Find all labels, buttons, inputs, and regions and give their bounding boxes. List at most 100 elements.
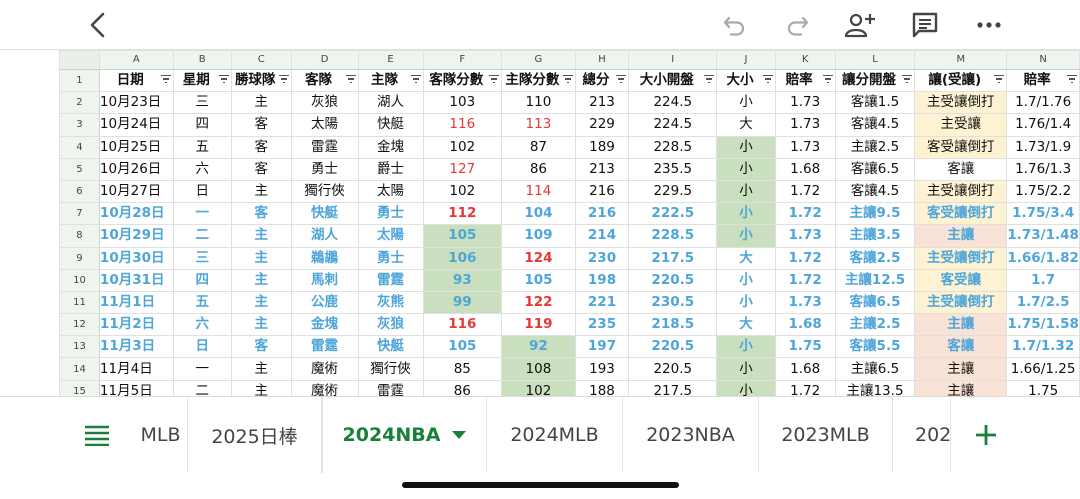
- table-cell[interactable]: 小: [716, 224, 776, 248]
- table-cell[interactable]: 228.5: [628, 135, 718, 159]
- sheet-tab-2023nba[interactable]: 2023NBA: [623, 397, 759, 473]
- table-cell[interactable]: 220.5: [628, 268, 718, 292]
- table-cell[interactable]: 188: [574, 379, 630, 396]
- filter-icon[interactable]: [278, 75, 289, 85]
- table-cell[interactable]: 快艇: [357, 113, 424, 137]
- table-cell[interactable]: 86: [422, 379, 503, 396]
- table-cell[interactable]: 1.73: [774, 91, 836, 115]
- table-cell[interactable]: 113: [501, 113, 576, 137]
- filter-icon[interactable]: [902, 75, 913, 85]
- table-cell[interactable]: 湖人: [357, 91, 424, 115]
- column-letter-f[interactable]: F: [422, 50, 503, 70]
- table-cell[interactable]: 10月23日: [98, 91, 174, 115]
- table-cell[interactable]: 湖人: [290, 224, 359, 248]
- table-cell[interactable]: 217.5: [628, 246, 718, 270]
- table-cell[interactable]: 小: [716, 202, 776, 226]
- table-cell[interactable]: 客: [230, 335, 292, 359]
- row-number[interactable]: 5: [59, 157, 100, 181]
- table-cell[interactable]: 主讓: [914, 379, 1008, 396]
- table-cell[interactable]: 小: [716, 379, 776, 396]
- header-cell[interactable]: 勝球隊: [230, 68, 292, 93]
- table-cell[interactable]: 1.72: [774, 268, 836, 292]
- column-letter-k[interactable]: K: [774, 50, 836, 70]
- table-cell[interactable]: 106: [422, 246, 503, 270]
- table-cell[interactable]: 10月26日: [98, 157, 174, 181]
- filter-icon[interactable]: [822, 75, 833, 85]
- table-cell[interactable]: 11月1日: [98, 290, 174, 315]
- table-cell[interactable]: 1.72: [774, 379, 836, 396]
- table-cell[interactable]: 103: [422, 91, 503, 115]
- table-cell[interactable]: 11月2日: [98, 313, 174, 337]
- table-cell[interactable]: 客: [230, 135, 292, 159]
- filter-icon[interactable]: [616, 75, 627, 85]
- table-cell[interactable]: 228.5: [628, 224, 718, 248]
- table-cell[interactable]: 日: [172, 335, 232, 359]
- table-cell[interactable]: 主受讓倒打: [914, 179, 1008, 204]
- filter-icon[interactable]: [489, 75, 500, 85]
- table-cell[interactable]: 四: [172, 268, 232, 292]
- row-number[interactable]: 7: [59, 202, 100, 226]
- table-cell[interactable]: 爵士: [357, 157, 424, 181]
- table-cell[interactable]: 主讓: [914, 313, 1008, 337]
- table-cell[interactable]: 86: [501, 157, 576, 181]
- table-cell[interactable]: 五: [172, 135, 232, 159]
- filter-icon[interactable]: [410, 75, 421, 85]
- header-cell[interactable]: 主隊: [357, 68, 424, 93]
- filter-icon[interactable]: [994, 75, 1005, 85]
- table-cell[interactable]: 1.7/1.32: [1006, 335, 1080, 359]
- table-cell[interactable]: 127: [422, 157, 503, 181]
- table-cell[interactable]: 1.75: [1006, 379, 1080, 396]
- table-cell[interactable]: 客: [230, 202, 292, 226]
- row-number[interactable]: 8: [59, 224, 100, 248]
- table-cell[interactable]: 193: [574, 357, 630, 381]
- table-cell[interactable]: 勇士: [357, 202, 424, 226]
- table-cell[interactable]: 1.66/1.82: [1006, 246, 1080, 270]
- caret-down-icon[interactable]: [452, 431, 467, 439]
- sheet-tab-partial[interactable]: 202: [893, 397, 950, 473]
- table-cell[interactable]: 小: [716, 357, 776, 381]
- table-cell[interactable]: 主讓: [914, 224, 1008, 248]
- table-cell[interactable]: 太陽: [357, 224, 424, 248]
- table-cell[interactable]: 235.5: [628, 157, 718, 181]
- table-cell[interactable]: 六: [172, 157, 232, 181]
- table-cell[interactable]: 1.75/2.2: [1006, 179, 1080, 204]
- more-options-button[interactable]: [972, 8, 1006, 42]
- table-cell[interactable]: 235: [574, 313, 630, 337]
- header-cell[interactable]: 客隊: [290, 68, 359, 93]
- table-cell[interactable]: 主讓13.5: [834, 379, 916, 396]
- table-cell[interactable]: 主讓9.5: [834, 202, 916, 226]
- sheet-tab-2024mlb[interactable]: 2024MLB: [487, 397, 623, 473]
- table-cell[interactable]: 灰熊: [357, 290, 424, 315]
- table-cell[interactable]: 1.73: [774, 290, 836, 315]
- row-number[interactable]: 3: [59, 113, 100, 137]
- table-cell[interactable]: 11月3日: [98, 335, 174, 359]
- table-cell[interactable]: 客讓1.5: [834, 91, 916, 115]
- table-cell[interactable]: 主: [230, 246, 292, 270]
- table-cell[interactable]: 116: [422, 113, 503, 137]
- table-cell[interactable]: 魔術: [290, 379, 359, 396]
- table-cell[interactable]: 獨行俠: [357, 357, 424, 381]
- table-cell[interactable]: 一: [172, 202, 232, 226]
- table-cell[interactable]: 客讓: [914, 157, 1008, 181]
- table-cell[interactable]: 217.5: [628, 379, 718, 396]
- table-cell[interactable]: 222.5: [628, 202, 718, 226]
- table-cell[interactable]: 勇士: [290, 157, 359, 181]
- row-number[interactable]: 1: [59, 68, 100, 93]
- table-cell[interactable]: 1.73: [774, 224, 836, 248]
- column-letter-i[interactable]: I: [628, 50, 718, 70]
- table-cell[interactable]: 大: [716, 246, 776, 270]
- back-button[interactable]: [81, 8, 115, 42]
- table-cell[interactable]: 216: [574, 179, 630, 204]
- table-cell[interactable]: 魔術: [290, 357, 359, 381]
- table-cell[interactable]: 二: [172, 379, 232, 396]
- table-cell[interactable]: 197: [574, 335, 630, 359]
- comments-button[interactable]: [908, 8, 942, 42]
- table-cell[interactable]: 主: [230, 179, 292, 204]
- table-cell[interactable]: 119: [501, 313, 576, 337]
- table-cell[interactable]: 小: [716, 290, 776, 315]
- table-cell[interactable]: 11月4日: [98, 357, 174, 381]
- table-cell[interactable]: 93: [422, 268, 503, 292]
- table-cell[interactable]: 218.5: [628, 313, 718, 337]
- table-cell[interactable]: 勇士: [357, 246, 424, 270]
- table-cell[interactable]: 87: [501, 135, 576, 159]
